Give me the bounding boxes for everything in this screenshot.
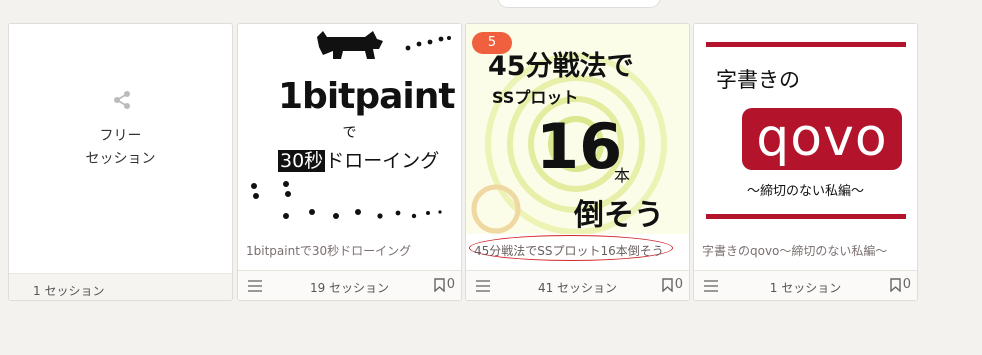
top-red-bar: [706, 42, 906, 47]
bookmark-button[interactable]: 0: [890, 277, 911, 292]
bookmark-count: 0: [674, 277, 683, 292]
bookmark-icon: [662, 277, 673, 292]
art-rest: ドローイング: [325, 150, 440, 172]
card-footer: 1 セッション 0: [694, 270, 917, 300]
card-thumbnail[interactable]: 5 45分戦法で SSプロット 16 本 倒そう: [466, 24, 689, 234]
bookmark-button[interactable]: 0: [662, 277, 683, 292]
bookmark-button[interactable]: 0: [434, 277, 455, 292]
art-highlight: 30秒: [278, 150, 326, 172]
bookmark-icon: [434, 277, 445, 292]
art-line1: 字書きの: [716, 68, 800, 92]
session-count: 41 セッション: [537, 281, 618, 295]
share-icon: [114, 91, 130, 109]
art-line3: 倒そう: [574, 198, 664, 233]
paw-prints-top: [405, 36, 451, 51]
art-hon: 本: [614, 166, 631, 185]
card-title[interactable]: 字書きのqovo～締切のない私編～: [702, 242, 887, 259]
bottom-red-bar: [706, 214, 906, 219]
session-card-45min[interactable]: 5 45分戦法で SSプロット 16 本 倒そう 45分戦法でSSプロット16本…: [465, 23, 690, 301]
art-line1: 45分戦法で: [488, 51, 634, 82]
free-session-label-2: セッション: [85, 151, 156, 167]
session-count: 1 セッション: [769, 281, 842, 295]
card-footer: 41 セッション 0: [466, 270, 689, 300]
session-card-qovo[interactable]: 字書きの qovo ～締切のない私編～ 字書きのqovo～締切のない私編～ 1 …: [693, 23, 918, 301]
session-count: 1 セッション: [33, 284, 105, 298]
card-footer: 19 セッション 0: [238, 270, 461, 300]
paw-prints-bottom: [251, 181, 442, 219]
card-title[interactable]: 1bitpaintで30秒ドローイング: [246, 242, 411, 259]
top-tab-pill[interactable]: [497, 0, 661, 8]
session-card-1bitpaint[interactable]: 1bitpaint で 30秒 ドローイング 1bitpaintで30秒ドローイン…: [237, 23, 462, 301]
session-card-free[interactable]: フリー セッション 1 セッション: [8, 23, 233, 301]
art-title: 1bitpaint: [278, 76, 456, 117]
card-thumbnail[interactable]: フリー セッション: [9, 24, 232, 234]
card-thumbnail[interactable]: 字書きの qovo ～締切のない私編～: [694, 24, 917, 234]
bookmark-icon: [890, 277, 901, 292]
cat-illustration: [317, 31, 383, 59]
art-subtitle: 30秒 ドローイング: [278, 146, 439, 173]
qovo-logo-text: qovo: [756, 108, 888, 168]
art-sub: ～締切のない私編～: [746, 184, 864, 199]
bookmark-count: 0: [902, 277, 911, 292]
card-footer: 1 セッション: [9, 273, 232, 300]
bookmark-count: 0: [446, 277, 455, 292]
art-number: 16: [536, 110, 623, 183]
card-title[interactable]: 45分戦法でSSプロット16本倒そう: [474, 242, 664, 259]
session-count: 19 セッション: [309, 281, 390, 295]
art-de: で: [342, 125, 357, 141]
art-line2: SSプロット: [492, 88, 579, 107]
free-session-label-1: フリー: [99, 128, 142, 144]
card-thumbnail[interactable]: 1bitpaint で 30秒 ドローイング: [238, 24, 461, 234]
